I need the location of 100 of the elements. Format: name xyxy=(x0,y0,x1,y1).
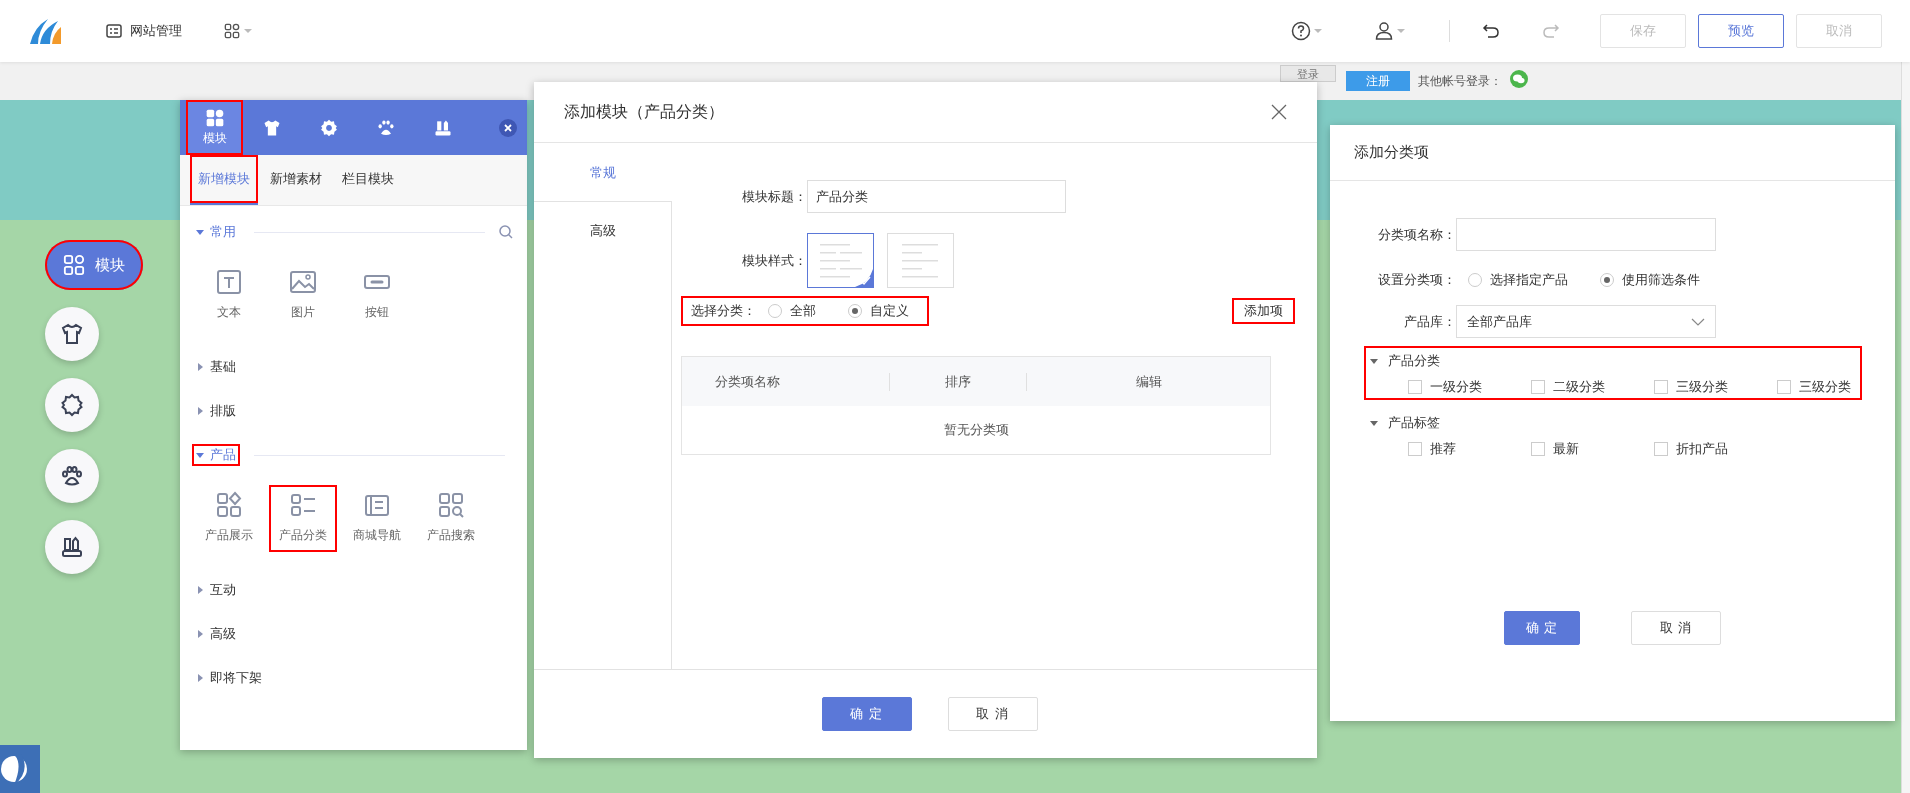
section-header[interactable]: 产品 xyxy=(192,444,240,466)
scrollbar[interactable] xyxy=(1901,62,1910,793)
style-thumbnail[interactable] xyxy=(807,233,874,288)
module-title-field[interactable]: 产品分类 xyxy=(807,180,1066,213)
close-icon[interactable] xyxy=(1271,104,1287,120)
site-manage-menu[interactable]: 网站管理 xyxy=(100,21,188,41)
checkbox-option[interactable]: 折扣产品 xyxy=(1654,440,1777,458)
add-item-button[interactable]: 添加项 xyxy=(1232,298,1295,324)
group-title: 产品标签 xyxy=(1388,414,1440,432)
section-header[interactable]: 排版 xyxy=(192,400,240,422)
sub-tab[interactable]: 新增素材 xyxy=(262,155,330,205)
grid-icon xyxy=(224,23,240,39)
window-icon xyxy=(106,24,122,38)
radio-label: 全部 xyxy=(790,302,816,320)
column-header: 分类项名称 xyxy=(682,372,890,391)
module-item[interactable]: 按钮 xyxy=(343,262,411,329)
section-title: 产品 xyxy=(210,446,236,464)
module-item[interactable]: 产品展示 xyxy=(195,485,263,552)
module-item[interactable]: 文本 xyxy=(195,262,263,329)
checkbox[interactable] xyxy=(1531,442,1545,456)
cancel-button[interactable]: 取 消 xyxy=(1631,611,1721,645)
dialog-nav-tab[interactable]: 高级 xyxy=(534,201,671,259)
checkbox-option[interactable]: 推荐 xyxy=(1408,440,1531,458)
module-item[interactable]: 产品分类 xyxy=(269,485,337,552)
radio-option[interactable]: 选择指定产品 xyxy=(1468,271,1568,289)
dialog-nav-tab[interactable]: 常规 xyxy=(534,143,672,201)
section-title: 高级 xyxy=(210,625,236,643)
radio-button[interactable] xyxy=(848,304,862,318)
module-item-label: 按钮 xyxy=(365,304,389,321)
stand-icon xyxy=(60,535,84,559)
section-header[interactable]: 互动 xyxy=(192,579,240,601)
sub-tab[interactable]: 新增模块 xyxy=(190,155,258,205)
button-label: 模块 xyxy=(95,255,125,275)
checkbox-option[interactable]: 三级分类 xyxy=(1777,378,1900,396)
module-item-label: 产品分类 xyxy=(279,527,327,544)
checkbox-option[interactable]: 三级分类 xyxy=(1654,378,1777,396)
list-icon xyxy=(289,491,317,519)
checkbox[interactable] xyxy=(1654,380,1668,394)
checkbox-label: 一级分类 xyxy=(1430,378,1482,396)
shirt-icon xyxy=(60,322,84,346)
radio-option[interactable]: 全部 xyxy=(768,302,816,320)
section-header[interactable]: 即将下架 xyxy=(192,667,266,689)
text-icon xyxy=(215,268,243,296)
chevron-down-icon xyxy=(1691,317,1705,326)
checkbox[interactable] xyxy=(1531,380,1545,394)
gear-icon xyxy=(60,393,84,417)
radio-button[interactable] xyxy=(1468,273,1482,287)
item-name-field[interactable] xyxy=(1456,218,1716,251)
other-login-label: 其他帐号登录： xyxy=(1418,73,1502,90)
checkbox-option[interactable]: 二级分类 xyxy=(1531,378,1654,396)
toolbar-button[interactable]: 预览 xyxy=(1698,14,1784,48)
sub-tab[interactable]: 栏目模块 xyxy=(334,155,402,205)
app-badge[interactable] xyxy=(0,745,40,793)
grid-icon xyxy=(63,254,85,276)
radio-button[interactable] xyxy=(768,304,782,318)
confirm-button[interactable]: 确 定 xyxy=(1504,611,1580,645)
checkbox-label: 推荐 xyxy=(1430,440,1456,458)
shapes-icon xyxy=(215,491,243,519)
section-title: 互动 xyxy=(210,581,236,599)
section-header[interactable]: 基础 xyxy=(192,356,240,378)
section-title: 常用 xyxy=(210,223,236,241)
section-header[interactable]: 高级 xyxy=(192,623,240,645)
undo-icon[interactable] xyxy=(1482,23,1500,39)
field-label: 选择分类： xyxy=(691,302,756,320)
checkbox-option[interactable]: 最新 xyxy=(1531,440,1654,458)
confirm-button[interactable]: 确 定 xyxy=(821,697,912,731)
checkbox-label: 三级分类 xyxy=(1676,378,1728,396)
search-icon[interactable] xyxy=(499,225,513,239)
caret-icon xyxy=(1397,28,1405,34)
user-icon[interactable] xyxy=(1374,21,1394,41)
column-header: 排序 xyxy=(890,372,1027,391)
module-float-button[interactable]: 模块 xyxy=(45,240,143,290)
module-item[interactable]: 图片 xyxy=(269,262,337,329)
module-item-label: 图片 xyxy=(291,304,315,321)
checkbox-label: 三级分类 xyxy=(1799,378,1851,396)
check-corner-icon xyxy=(855,269,873,287)
radio-button[interactable] xyxy=(1600,273,1614,287)
section-title: 排版 xyxy=(210,402,236,420)
help-icon[interactable] xyxy=(1291,21,1311,41)
section-header[interactable]: 常用 xyxy=(192,221,240,243)
checkbox-option[interactable]: 一级分类 xyxy=(1408,378,1531,396)
checkbox[interactable] xyxy=(1408,442,1422,456)
checkbox[interactable] xyxy=(1777,380,1791,394)
close-icon[interactable] xyxy=(499,118,517,137)
checkbox[interactable] xyxy=(1408,380,1422,394)
module-item-label: 商城导航 xyxy=(353,527,401,544)
module-item[interactable]: 产品搜索 xyxy=(417,485,485,552)
cancel-button[interactable]: 取 消 xyxy=(947,697,1038,731)
module-item[interactable]: 商城导航 xyxy=(343,485,411,552)
checkbox[interactable] xyxy=(1654,442,1668,456)
login-button[interactable]: 登录 xyxy=(1280,65,1336,82)
module-item-label: 产品搜索 xyxy=(427,527,475,544)
column-header: 编辑 xyxy=(1134,372,1163,391)
group-title: 产品分类 xyxy=(1388,352,1440,370)
radio-option[interactable]: 自定义 xyxy=(848,302,909,320)
chat-bubble-icon[interactable] xyxy=(1510,70,1528,88)
radio-option[interactable]: 使用筛选条件 xyxy=(1600,271,1700,289)
radio-label: 自定义 xyxy=(870,302,909,320)
library-dropdown[interactable]: 全部产品库 xyxy=(1456,305,1716,338)
image-icon xyxy=(289,268,317,296)
